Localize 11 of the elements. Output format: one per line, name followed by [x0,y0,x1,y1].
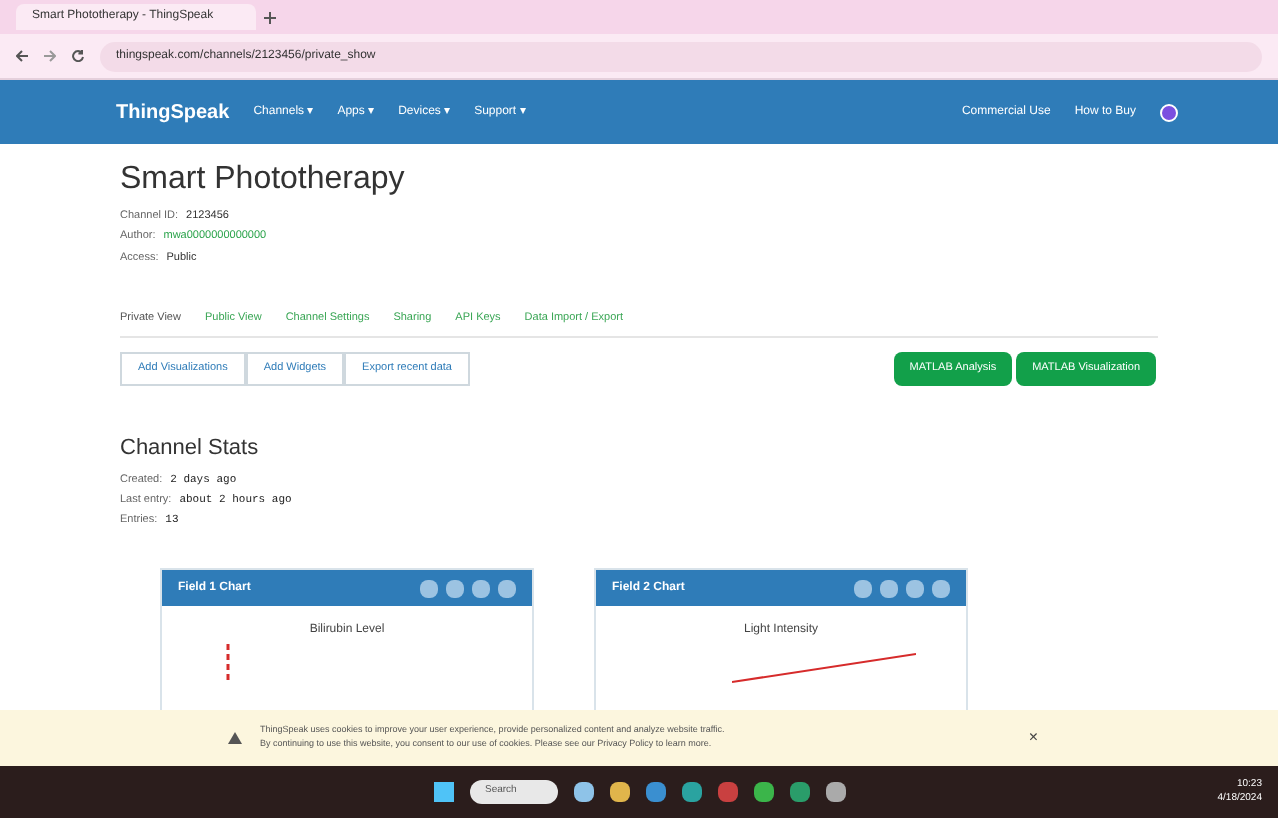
section-title: Channel Stats [120,434,261,464]
warning-icon [228,732,242,744]
back-icon[interactable] [16,50,28,62]
line-chart-drawing [226,644,230,685]
close-button[interactable]: × [1028,726,1038,750]
channel-title: Smart Phototherapy [120,160,407,200]
start-icon[interactable] [433,782,453,802]
site-logo[interactable]: ThingSpeak [116,97,230,127]
reload-icon[interactable] [72,50,84,62]
user-avatar[interactable] [1160,103,1178,121]
new-tab-icon[interactable] [264,11,276,23]
